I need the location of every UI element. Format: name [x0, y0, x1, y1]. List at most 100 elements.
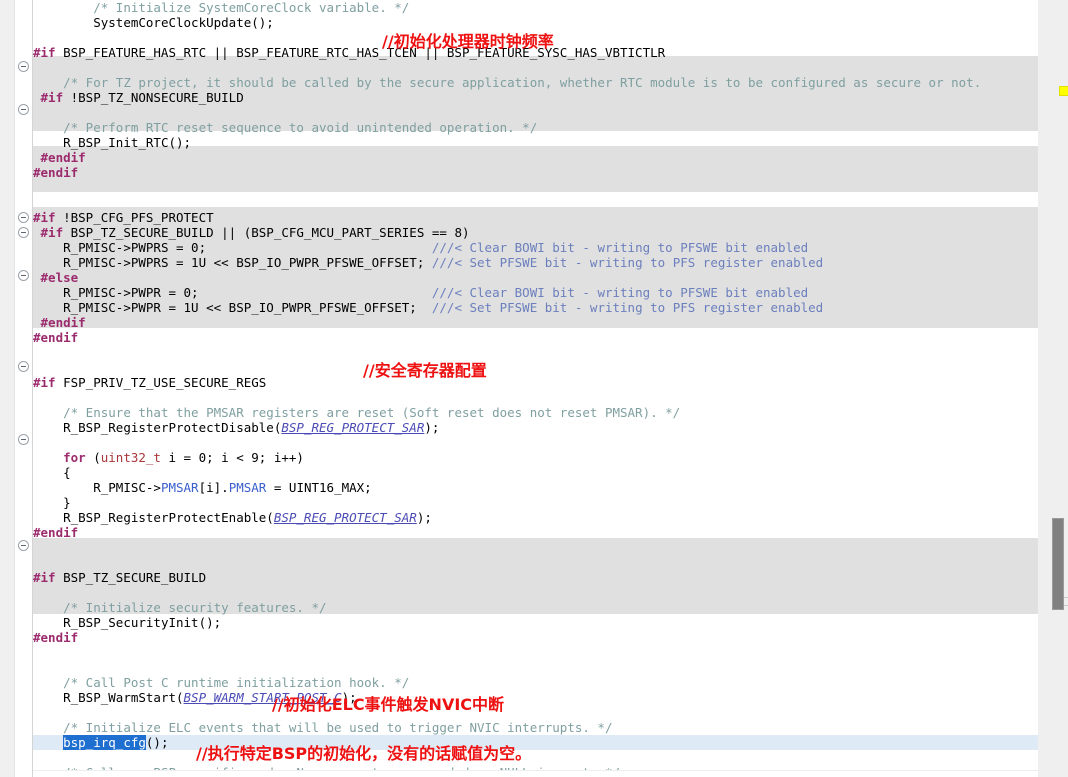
- code-line[interactable]: /* Initialize ELC events that will be us…: [33, 720, 1038, 735]
- code-token[interactable]: bsp_irq_cfg: [63, 735, 146, 750]
- code-line[interactable]: R_PMISC->PWPRS = 0; ///< Clear BOWI bit …: [33, 240, 1038, 255]
- code-token: R_PMISC->PWPRS = 1U << BSP_IO_PWPR_PFSWE…: [63, 255, 432, 270]
- code-line[interactable]: #endif: [33, 525, 1038, 540]
- fold-marker-if-tz-secure-build[interactable]: [18, 540, 29, 551]
- code-line[interactable]: #endif: [33, 165, 1038, 180]
- code-token: #if: [40, 90, 64, 105]
- code-token: R_PMISC->: [93, 480, 161, 495]
- code-line[interactable]: R_PMISC->PWPRS = 1U << BSP_IO_PWPR_PFSWE…: [33, 255, 1038, 270]
- fold-marker-for-loop[interactable]: [18, 434, 29, 445]
- fold-marker-if-rtc[interactable]: [18, 61, 29, 72]
- code-line[interactable]: [33, 435, 1038, 450]
- code-line-list[interactable]: /* Initialize SystemCoreClock variable. …: [33, 0, 1038, 777]
- code-line[interactable]: [33, 360, 1038, 375]
- code-line[interactable]: #endif: [33, 315, 1038, 330]
- code-line[interactable]: R_BSP_Init_RTC();: [33, 135, 1038, 150]
- code-line[interactable]: #endif: [33, 330, 1038, 345]
- code-line[interactable]: #if BSP_TZ_SECURE_BUILD || (BSP_CFG_MCU_…: [33, 225, 1038, 240]
- code-line[interactable]: #if BSP_TZ_SECURE_BUILD: [33, 570, 1038, 585]
- code-line[interactable]: [33, 540, 1038, 555]
- code-line[interactable]: [33, 645, 1038, 660]
- code-token: R_BSP_RegisterProtectDisable(: [63, 420, 282, 435]
- code-token: );: [416, 510, 432, 525]
- code-line[interactable]: R_BSP_RegisterProtectEnable(BSP_REG_PROT…: [33, 510, 1038, 525]
- code-line[interactable]: [33, 345, 1038, 360]
- fold-marker-if-nonsecure[interactable]: [18, 104, 29, 115]
- code-line[interactable]: [33, 585, 1038, 600]
- code-line[interactable]: /* Call Post C runtime initialization ho…: [33, 675, 1038, 690]
- code-token: #endif: [33, 630, 79, 645]
- code-token: );: [424, 420, 440, 435]
- vertical-scrollbar-thumb[interactable]: [1052, 518, 1064, 610]
- code-line[interactable]: [33, 555, 1038, 570]
- marker-bar[interactable]: [0, 0, 15, 777]
- code-line[interactable]: [33, 105, 1038, 120]
- code-line[interactable]: R_PMISC->PWPR = 1U << BSP_IO_PWPR_PFSWE_…: [33, 300, 1038, 315]
- fold-marker-if-tz-secure[interactable]: [18, 227, 29, 238]
- code-token: #if: [33, 570, 56, 585]
- code-line[interactable]: R_BSP_WarmStart(BSP_WARM_START_POST_C);: [33, 690, 1038, 705]
- code-line[interactable]: #else: [33, 270, 1038, 285]
- overview-ruler[interactable]: [1038, 0, 1068, 777]
- code-line[interactable]: /* Perform RTC reset sequence to avoid u…: [33, 120, 1038, 135]
- code-surface[interactable]: /* Initialize SystemCoreClock variable. …: [33, 0, 1038, 777]
- fold-marker-else[interactable]: [18, 270, 29, 281]
- code-line[interactable]: #endif: [33, 150, 1038, 165]
- code-line[interactable]: R_PMISC->PMSAR[i].PMSAR = UINT16_MAX;: [33, 480, 1038, 495]
- code-line[interactable]: #endif: [33, 630, 1038, 645]
- code-line[interactable]: {: [33, 465, 1038, 480]
- code-token: R_PMISC->PWPR = 0;: [63, 285, 432, 300]
- code-line[interactable]: [33, 750, 1038, 765]
- code-line[interactable]: R_BSP_SecurityInit();: [33, 615, 1038, 630]
- code-token: #endif: [33, 525, 79, 540]
- code-token: ();: [145, 735, 169, 750]
- code-token: ///< Clear BOWI bit - writing to PFSWE b…: [431, 285, 809, 300]
- code-token: BSP_TZ_SECURE_BUILD: [55, 570, 207, 585]
- annotation-clock-init: //初始化处理器时钟频率: [382, 32, 554, 51]
- code-token: #if: [33, 45, 56, 60]
- code-line[interactable]: [33, 60, 1038, 75]
- code-line[interactable]: [33, 390, 1038, 405]
- code-line[interactable]: R_BSP_RegisterProtectDisable(BSP_REG_PRO…: [33, 420, 1038, 435]
- code-editor[interactable]: /* Initialize SystemCoreClock variable. …: [0, 0, 1068, 777]
- code-line[interactable]: }: [33, 495, 1038, 510]
- fold-marker-if-priv-tz[interactable]: [18, 361, 29, 372]
- gutter-separator-rule: [32, 0, 33, 777]
- code-line[interactable]: /* Initialize SystemCoreClock variable. …: [33, 0, 1038, 15]
- folding-gutter[interactable]: [15, 0, 32, 777]
- code-line[interactable]: #if !BSP_TZ_NONSECURE_BUILD: [33, 90, 1038, 105]
- code-line[interactable]: bsp_irq_cfg();: [33, 735, 1038, 750]
- code-token: BSP_REG_PROTECT_SAR: [281, 420, 425, 435]
- code-token: R_BSP_Init_RTC();: [63, 135, 192, 150]
- code-token: SystemCoreClockUpdate();: [93, 15, 274, 30]
- code-line[interactable]: /* Initialize security features. */: [33, 600, 1038, 615]
- code-line[interactable]: /* Ensure that the PMSAR registers are r…: [33, 405, 1038, 420]
- fold-marker-if-pfs-protect[interactable]: [18, 212, 29, 223]
- code-token: #if: [33, 210, 56, 225]
- code-token: /* Perform RTC reset sequence to avoid u…: [63, 120, 538, 135]
- code-token: #if: [33, 375, 56, 390]
- code-line[interactable]: [33, 705, 1038, 720]
- code-line[interactable]: R_PMISC->PWPR = 0; ///< Clear BOWI bit -…: [33, 285, 1038, 300]
- code-line[interactable]: [33, 195, 1038, 210]
- code-line[interactable]: [33, 180, 1038, 195]
- code-line[interactable]: /* For TZ project, it should be called b…: [33, 75, 1038, 90]
- code-line[interactable]: [33, 660, 1038, 675]
- ruler-warning-marker[interactable]: [1059, 86, 1068, 96]
- code-line[interactable]: #if FSP_PRIV_TZ_USE_SECURE_REGS: [33, 375, 1038, 390]
- code-line[interactable]: for (uint32_t i = 0; i < 9; i++): [33, 450, 1038, 465]
- code-line[interactable]: #if !BSP_CFG_PFS_PROTECT: [33, 210, 1038, 225]
